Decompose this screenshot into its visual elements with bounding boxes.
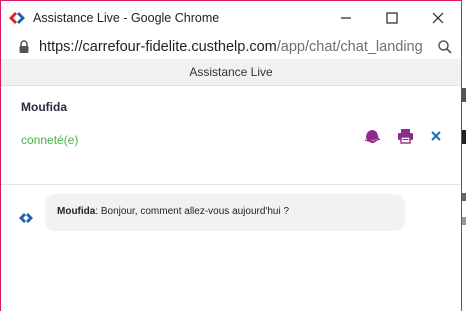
window-controls (323, 1, 461, 34)
chat-page: Assistance Live Moufida conneté(e) Moufi… (1, 59, 461, 311)
chat-header: Assistance Live (1, 59, 461, 86)
message-bubble: Moufida: Bonjour, comment allez-vous auj… (45, 194, 405, 231)
minimize-button[interactable] (323, 1, 369, 34)
window-title: Assistance Live - Google Chrome (33, 10, 220, 25)
maximize-button[interactable] (369, 1, 415, 34)
background-mark (462, 217, 466, 225)
agent-name: Moufida (21, 100, 67, 114)
chat-header-title: Assistance Live (189, 65, 273, 79)
message-sender: Moufida (57, 206, 96, 217)
agent-status: conneté(e) (21, 133, 79, 147)
message-list: Moufida: Bonjour, comment allez-vous auj… (1, 186, 461, 311)
minimize-icon (341, 16, 351, 19)
message-text: Bonjour, comment allez-vous aujourd'hui … (100, 206, 290, 217)
sound-button[interactable] (363, 127, 381, 145)
lock-icon (17, 40, 31, 54)
url-path: /app/chat/chat_landing (276, 39, 423, 55)
agent-panel: Moufida conneté(e) (1, 87, 461, 185)
print-button[interactable] (396, 127, 414, 145)
close-window-button[interactable] (415, 1, 461, 34)
sound-icon (364, 129, 380, 143)
print-icon (397, 129, 413, 144)
zoom-icon[interactable] (437, 39, 453, 55)
close-window-icon (432, 12, 444, 23)
title-bar: Assistance Live - Google Chrome (1, 1, 461, 34)
close-icon (431, 131, 441, 141)
url-host: https://carrefour-fidelite.custhelp.com (39, 39, 277, 55)
address-bar[interactable]: https://carrefour-fidelite.custhelp.com/… (1, 34, 461, 60)
background-mark (462, 193, 466, 201)
background-page-edge (462, 0, 466, 311)
carrefour-logo-icon (7, 9, 29, 27)
background-mark (462, 88, 466, 102)
url-text[interactable]: https://carrefour-fidelite.custhelp.com/… (39, 39, 429, 55)
maximize-icon (386, 11, 398, 24)
background-mark (462, 130, 466, 144)
agent-avatar-icon (19, 210, 33, 223)
close-chat-button[interactable] (427, 127, 445, 145)
